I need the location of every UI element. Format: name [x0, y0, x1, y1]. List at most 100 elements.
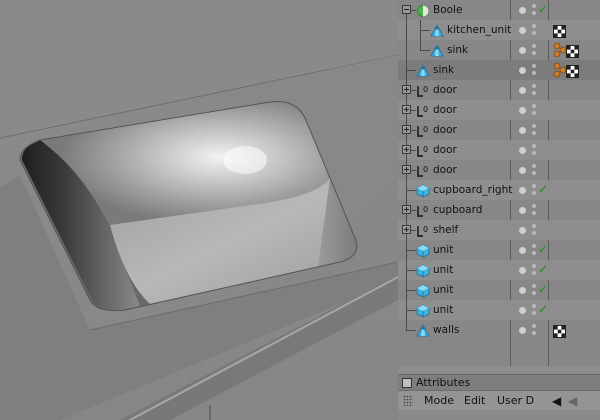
- null-icon: 0: [416, 163, 430, 177]
- visibility-dots-icon[interactable]: [532, 144, 536, 156]
- object-name[interactable]: walls: [433, 323, 459, 337]
- visibility-dots-icon[interactable]: [532, 4, 536, 16]
- layer-dot-icon[interactable]: [519, 87, 526, 94]
- object-row-unit[interactable]: unit ✓: [398, 240, 600, 260]
- layer-dot-icon[interactable]: [519, 327, 526, 334]
- object-row-cupboard[interactable]: 0 cupboard: [398, 200, 600, 220]
- object-row-unit[interactable]: unit ✓: [398, 280, 600, 300]
- grip-icon[interactable]: [403, 395, 413, 406]
- layer-dot-icon[interactable]: [519, 7, 526, 14]
- checker-tag-icon[interactable]: [566, 63, 579, 78]
- attributes-header[interactable]: Attributes: [398, 374, 600, 391]
- object-row-Boole[interactable]: Boole ✓: [398, 0, 600, 30]
- menu-user-data[interactable]: User D: [497, 394, 534, 407]
- layer-dot-icon[interactable]: [519, 227, 526, 234]
- object-manager[interactable]: Boole ✓ kitchen_unit sink sink 0 door 0 door 0 doo…: [398, 0, 600, 366]
- checker-tag-icon[interactable]: [553, 23, 566, 38]
- object-row-door[interactable]: 0 door: [398, 120, 600, 140]
- object-row-shelf[interactable]: 0 shelf: [398, 220, 600, 240]
- object-name[interactable]: kitchen_unit: [447, 23, 511, 37]
- object-name[interactable]: cupboard: [433, 203, 482, 217]
- object-name[interactable]: door: [433, 103, 457, 117]
- object-name[interactable]: unit: [433, 263, 453, 277]
- object-name[interactable]: unit: [433, 303, 453, 317]
- object-name[interactable]: door: [433, 83, 457, 97]
- object-row-kitchen-unit[interactable]: kitchen_unit: [398, 20, 600, 40]
- visibility-dots-icon[interactable]: [532, 104, 536, 116]
- object-name[interactable]: door: [433, 143, 457, 157]
- visibility-dots-icon[interactable]: [532, 24, 536, 36]
- checker-tag-icon[interactable]: [553, 323, 566, 338]
- visibility-dots-icon[interactable]: [532, 224, 536, 236]
- visibility-dots-icon[interactable]: [532, 304, 536, 316]
- object-name[interactable]: sink: [433, 63, 454, 77]
- nav-forward-icon[interactable]: ◀: [568, 394, 577, 408]
- object-row-cupboard-right[interactable]: cupboard_right ✓: [398, 180, 600, 200]
- object-row-door[interactable]: 0 door: [398, 80, 600, 100]
- menu-edit[interactable]: Edit: [464, 394, 485, 407]
- object-name[interactable]: unit: [433, 243, 453, 257]
- collapse-minus-icon[interactable]: [402, 5, 411, 14]
- expand-plus-icon[interactable]: [402, 225, 411, 234]
- nav-back-icon[interactable]: ◀: [552, 394, 561, 408]
- expand-plus-icon[interactable]: [402, 205, 411, 214]
- object-row-unit[interactable]: unit ✓: [398, 260, 600, 280]
- visibility-dots-icon[interactable]: [532, 204, 536, 216]
- visibility-dots-icon[interactable]: [532, 64, 536, 76]
- layer-dot-icon[interactable]: [519, 147, 526, 154]
- tree-branch: [406, 290, 416, 291]
- panel-collapse-icon[interactable]: [402, 378, 412, 388]
- object-name[interactable]: cupboard_right: [433, 183, 512, 197]
- visibility-dots-icon[interactable]: [532, 184, 536, 196]
- expand-plus-icon[interactable]: [402, 145, 411, 154]
- visibility-dots-icon[interactable]: [532, 164, 536, 176]
- layer-dot-icon[interactable]: [519, 187, 526, 194]
- phong-tag-icon[interactable]: [553, 62, 567, 78]
- expand-plus-icon[interactable]: [402, 165, 411, 174]
- object-row-unit[interactable]: unit ✓: [398, 300, 600, 320]
- visibility-dots-icon[interactable]: [532, 324, 536, 336]
- enabled-check-icon[interactable]: ✓: [538, 262, 548, 276]
- object-name[interactable]: Boole: [433, 3, 462, 17]
- object-name[interactable]: unit: [433, 283, 453, 297]
- object-row-sink[interactable]: sink: [398, 40, 600, 60]
- object-row-sink[interactable]: sink: [398, 60, 600, 80]
- expand-plus-icon[interactable]: [402, 125, 411, 134]
- enabled-check-icon[interactable]: ✓: [538, 182, 548, 196]
- expand-plus-icon[interactable]: [402, 85, 411, 94]
- layer-dot-icon[interactable]: [519, 47, 526, 54]
- enabled-check-icon[interactable]: ✓: [538, 302, 548, 316]
- visibility-dots-icon[interactable]: [532, 284, 536, 296]
- layer-dot-icon[interactable]: [519, 27, 526, 34]
- object-name[interactable]: shelf: [433, 223, 458, 237]
- layer-dot-icon[interactable]: [519, 207, 526, 214]
- object-row-door[interactable]: 0 door: [398, 160, 600, 180]
- visibility-dots-icon[interactable]: [532, 84, 536, 96]
- checker-tag-icon[interactable]: [566, 43, 579, 58]
- enabled-check-icon[interactable]: ✓: [538, 282, 548, 296]
- object-row-door[interactable]: 0 door: [398, 140, 600, 160]
- layer-dot-icon[interactable]: [519, 127, 526, 134]
- layer-dot-icon[interactable]: [519, 167, 526, 174]
- layer-dot-icon[interactable]: [519, 247, 526, 254]
- layer-dot-icon[interactable]: [519, 267, 526, 274]
- visibility-dots-icon[interactable]: [532, 124, 536, 136]
- visibility-dots-icon[interactable]: [532, 264, 536, 276]
- layer-dot-icon[interactable]: [519, 307, 526, 314]
- layer-dot-icon[interactable]: [519, 67, 526, 74]
- layer-dot-icon[interactable]: [519, 107, 526, 114]
- object-name[interactable]: sink: [447, 43, 468, 57]
- object-name[interactable]: door: [433, 123, 457, 137]
- menu-mode[interactable]: Mode: [424, 394, 454, 407]
- object-row-walls[interactable]: walls: [398, 320, 600, 340]
- enabled-check-icon[interactable]: ✓: [538, 2, 548, 16]
- 3d-viewport[interactable]: [0, 0, 398, 420]
- visibility-dots-icon[interactable]: [532, 244, 536, 256]
- visibility-dots-icon[interactable]: [532, 44, 536, 56]
- layer-dot-icon[interactable]: [519, 287, 526, 294]
- object-row-door[interactable]: 0 door: [398, 100, 600, 120]
- phong-tag-icon[interactable]: [553, 42, 567, 58]
- object-name[interactable]: door: [433, 163, 457, 177]
- expand-plus-icon[interactable]: [402, 105, 411, 114]
- enabled-check-icon[interactable]: ✓: [538, 242, 548, 256]
